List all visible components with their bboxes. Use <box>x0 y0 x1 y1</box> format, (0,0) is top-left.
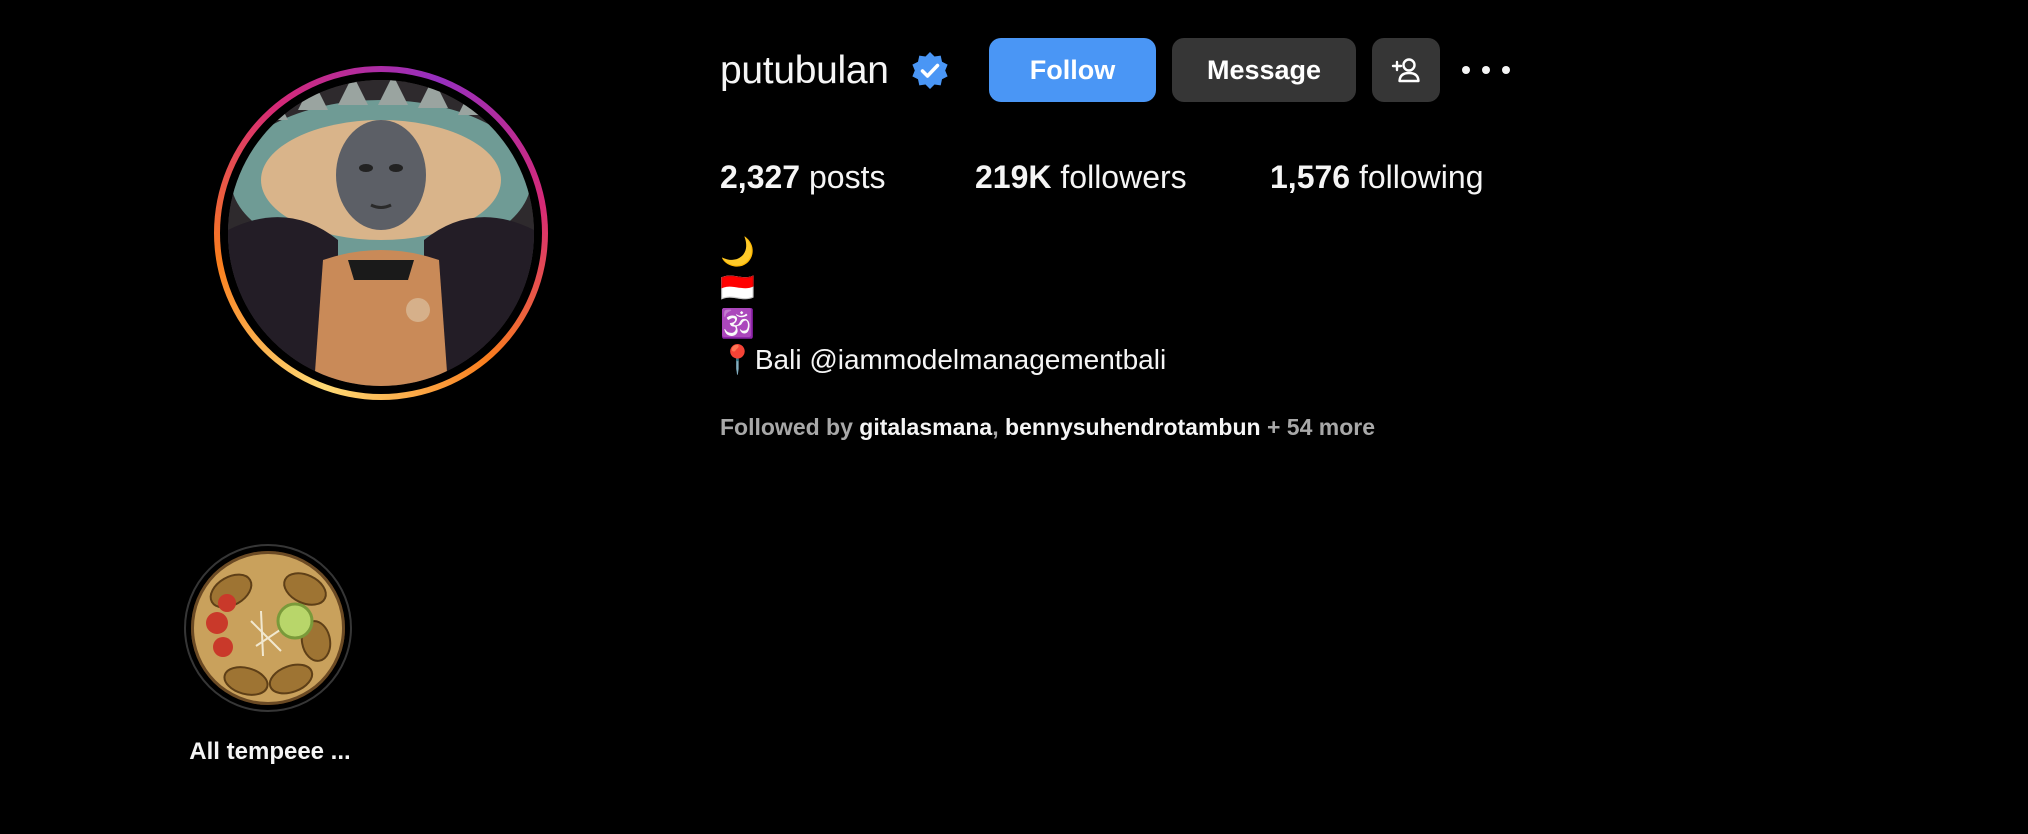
follow-button[interactable]: Follow <box>989 38 1156 102</box>
profile-page: putubulan Follow Message 2,327 posts 219… <box>0 0 2028 834</box>
followed-by-text[interactable]: Followed by gitalasmana, bennysuhendrota… <box>720 412 1375 442</box>
verified-badge-icon <box>912 52 948 89</box>
posts-count-label: posts <box>808 159 886 195</box>
message-button[interactable]: Message <box>1172 38 1356 102</box>
bio-line-location: 📍Bali @iammodelmanagementbali <box>720 342 1166 378</box>
bio-line-flag: 🇮🇩 <box>720 272 755 303</box>
posts-count-value: 2,327 <box>720 159 801 195</box>
bio-line-om: 🕉️ <box>720 308 755 339</box>
followers-count-value: 219K <box>975 159 1052 195</box>
person-add-icon <box>1391 58 1420 83</box>
story-highlight[interactable]: All tempeee ... <box>184 544 356 765</box>
bio-location-text: 📍Bali <box>720 344 810 375</box>
profile-username: putubulan <box>720 49 889 92</box>
followers-count-label: followers <box>1060 159 1187 195</box>
followers-link[interactable]: 219K followers <box>975 156 1187 198</box>
followed-by-prefix: Followed by <box>720 414 860 440</box>
following-count-label: following <box>1358 159 1484 195</box>
highlight-label: All tempeee ... <box>189 738 351 765</box>
highlight-cover-image <box>191 551 345 705</box>
bio-line-moon: 🌙 <box>720 236 755 267</box>
avatar-image <box>228 80 534 386</box>
bio-mention-link[interactable]: @iammodelmanagementbali <box>809 344 1166 375</box>
profile-avatar[interactable] <box>214 66 548 400</box>
more-options-icon[interactable] <box>1462 52 1510 88</box>
highlight-ring <box>184 544 352 712</box>
suggested-users-button[interactable] <box>1372 38 1440 102</box>
following-link[interactable]: 1,576 following <box>1270 156 1483 198</box>
followed-by-user-1[interactable]: gitalasmana <box>859 414 992 440</box>
followed-by-more[interactable]: + 54 more <box>1261 414 1375 440</box>
followed-by-separator: , <box>992 414 1006 440</box>
posts-count: 2,327 posts <box>720 156 885 198</box>
following-count-value: 1,576 <box>1270 159 1351 195</box>
followed-by-user-2[interactable]: bennysuhendrotambun <box>1005 414 1261 440</box>
